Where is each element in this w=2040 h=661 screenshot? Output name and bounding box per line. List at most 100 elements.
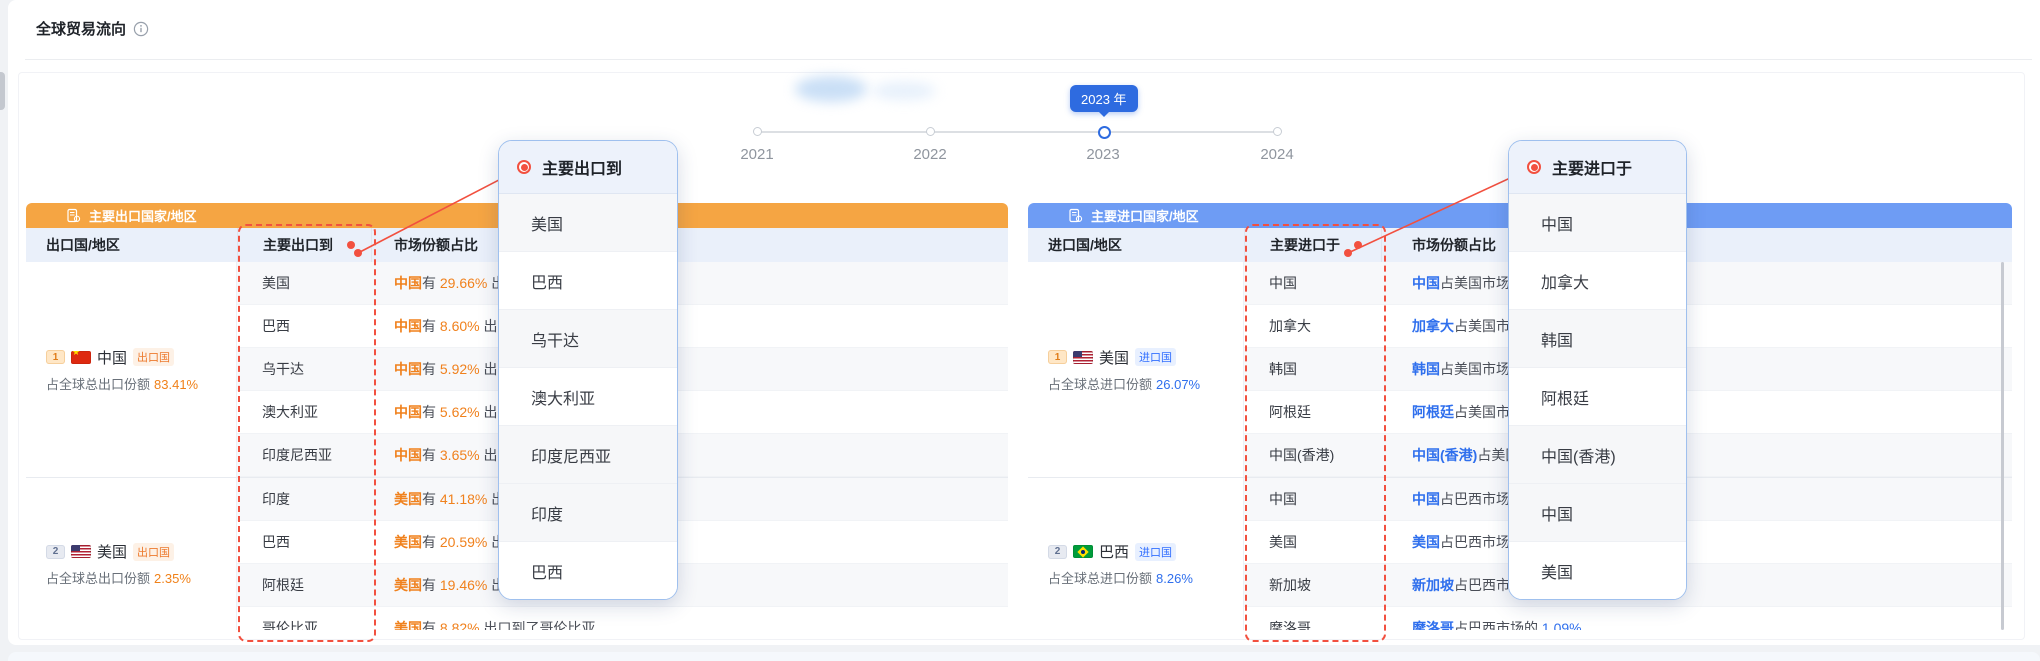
- partner-country: 加拿大: [1244, 316, 1382, 336]
- market-share-text: 中国有 8.60% 出口到了巴西: [372, 316, 1008, 336]
- partner-country: 印度: [237, 489, 372, 509]
- market-share-text: 美国占巴西市场的: [1382, 532, 2012, 552]
- market-share-text: 新加坡占巴西市场的: [1382, 575, 2012, 595]
- rank-badge: 1: [46, 350, 65, 364]
- partner-country: 美国: [1244, 532, 1382, 552]
- info-icon[interactable]: [133, 21, 149, 37]
- year-slider-handle[interactable]: [1098, 126, 1111, 139]
- partner-country: 新加坡: [1244, 575, 1382, 595]
- popup-item[interactable]: 美国: [499, 194, 677, 252]
- connector-dot: [1354, 241, 1362, 249]
- market-share-text: 美国有 41.18% 出口到了印度: [372, 489, 1008, 509]
- market-share-text: 中国有 3.65% 出口到了印度尼西亚: [372, 445, 1008, 465]
- connector-dot: [347, 241, 355, 249]
- popup-item[interactable]: 加拿大: [1509, 252, 1686, 310]
- popup-item-list: 美国 巴西 乌干达 澳大利亚 印度尼西亚 印度 巴西: [499, 194, 677, 599]
- popup-item[interactable]: 韩国: [1509, 310, 1686, 368]
- popup-item[interactable]: 印度: [499, 484, 677, 542]
- exporter-role-badge: 出口国: [133, 348, 174, 366]
- decorative-watermark: [795, 76, 867, 102]
- market-share-text: 美国有 8.82% 出口到了哥伦比亚: [372, 618, 1008, 630]
- exporter-role-badge: 出口国: [133, 543, 174, 561]
- partner-country: 印度尼西亚: [237, 445, 372, 465]
- importer-cell: 2 巴西 进口国 占全球总进口份额8.26%: [1028, 478, 1244, 630]
- partner-country: 中国(香港): [1244, 445, 1382, 465]
- market-share-text: 中国有 29.66% 出口到了美国: [372, 273, 1008, 293]
- year-label-2023[interactable]: 2023: [1063, 146, 1143, 163]
- header-divider: [25, 59, 2032, 60]
- market-share-text: 美国有 20.59% 出口到了巴西: [372, 532, 1008, 552]
- year-slider-track[interactable]: [757, 131, 1277, 133]
- year-dot-2021[interactable]: [753, 127, 762, 136]
- market-share-text: 中国(香港)占美国市场的: [1382, 445, 2012, 465]
- exporter-name: 中国: [97, 347, 127, 368]
- popup-item[interactable]: 中国: [1509, 484, 1686, 542]
- column-header-highlighted: 主要出口到: [237, 228, 372, 262]
- year-dot-2024[interactable]: [1273, 127, 1282, 136]
- next-section-edge: [8, 652, 2040, 661]
- rank-badge: 2: [1048, 545, 1067, 559]
- rank-badge: 2: [46, 545, 65, 559]
- card-header: 全球贸易流向: [36, 18, 149, 39]
- year-label-2022[interactable]: 2022: [890, 146, 970, 163]
- china-flag-icon: [71, 351, 91, 364]
- page-scrollbar[interactable]: [0, 72, 5, 110]
- market-share-text: 中国占巴西市场的: [1382, 489, 2012, 509]
- rank-badge: 1: [1048, 350, 1067, 364]
- popup-header: 主要进口于: [1509, 141, 1686, 194]
- exporter-name: 美国: [97, 541, 127, 562]
- year-label-2024[interactable]: 2024: [1237, 146, 1317, 163]
- decorative-watermark: [872, 82, 936, 100]
- popup-item[interactable]: 澳大利亚: [499, 368, 677, 426]
- partner-country: 摩洛哥: [1244, 618, 1382, 630]
- year-dot-2022[interactable]: [926, 127, 935, 136]
- importer-role-badge: 进口国: [1135, 543, 1176, 561]
- share-value: 83.41%: [154, 377, 198, 392]
- popup-item[interactable]: 中国(香港): [1509, 426, 1686, 484]
- popup-item-list: 中国 加拿大 韩国 阿根廷 中国(香港) 中国 美国: [1509, 194, 1686, 599]
- share-value: 26.07%: [1156, 377, 1200, 392]
- popup-item[interactable]: 巴西: [499, 252, 677, 310]
- global-share-line: 占全球总进口份额8.26%: [1048, 568, 1243, 587]
- table-list-icon: [66, 208, 81, 223]
- partner-country: 阿根廷: [1244, 402, 1382, 422]
- popup-item[interactable]: 乌干达: [499, 310, 677, 368]
- usa-flag-icon: [71, 545, 91, 558]
- column-header: 市场份额占比: [1382, 228, 2012, 262]
- importer-name: 美国: [1099, 347, 1129, 368]
- export-destinations-popup: 主要出口到 美国 巴西 乌干达 澳大利亚 印度尼西亚 印度 巴西: [498, 140, 678, 600]
- import-table-title: 主要进口国家/地区: [1091, 206, 1199, 225]
- popup-title: 主要出口到: [542, 155, 622, 179]
- page-title: 全球贸易流向: [36, 18, 126, 39]
- exporter-cell: 1 中国 出口国 占全球总出口份额83.41%: [26, 262, 237, 477]
- partner-country: 乌干达: [237, 359, 372, 379]
- popup-item[interactable]: 美国: [1509, 542, 1686, 599]
- global-share-line: 占全球总出口份额2.35%: [46, 568, 236, 587]
- share-value: 2.35%: [154, 571, 191, 586]
- market-share-text: 中国有 5.62% 出口到了澳大利亚: [372, 402, 1008, 422]
- partner-country: 中国: [1244, 273, 1382, 293]
- year-tooltip-label: 2023 年: [1081, 89, 1127, 108]
- popup-item[interactable]: 阿根廷: [1509, 368, 1686, 426]
- brazil-flag-icon: [1073, 545, 1093, 558]
- market-share-text: 中国占美国市场的: [1382, 273, 2012, 293]
- global-share-line: 占全球总进口份额26.07%: [1048, 374, 1243, 393]
- market-share-text: 加拿大占美国市场的: [1382, 316, 2012, 336]
- popup-title: 主要进口于: [1552, 155, 1632, 179]
- partner-country: 韩国: [1244, 359, 1382, 379]
- exporter-cell: 2 美国 出口国 占全球总出口份额2.35%: [26, 478, 237, 630]
- popup-item[interactable]: 巴西: [499, 542, 677, 599]
- column-header: 市场份额占比: [372, 228, 1008, 262]
- column-header: 出口国/地区: [26, 228, 237, 262]
- market-share-text: 美国有 19.46% 出口到了阿根廷: [372, 575, 1008, 595]
- table-scrollbar[interactable]: [2001, 262, 2004, 630]
- importer-cell: 1 美国 进口国 占全球总进口份额26.07%: [1028, 262, 1244, 477]
- popup-item[interactable]: 中国: [1509, 194, 1686, 252]
- market-share-text: 韩国占美国市场的: [1382, 359, 2012, 379]
- partner-country: 美国: [237, 273, 372, 293]
- importer-name: 巴西: [1099, 541, 1129, 562]
- year-label-2021[interactable]: 2021: [717, 146, 797, 163]
- partner-country: 哥伦比亚: [237, 618, 372, 630]
- popup-item[interactable]: 印度尼西亚: [499, 426, 677, 484]
- table-row: 摩洛哥 摩洛哥占巴西市场的 1.09%: [1244, 607, 2012, 630]
